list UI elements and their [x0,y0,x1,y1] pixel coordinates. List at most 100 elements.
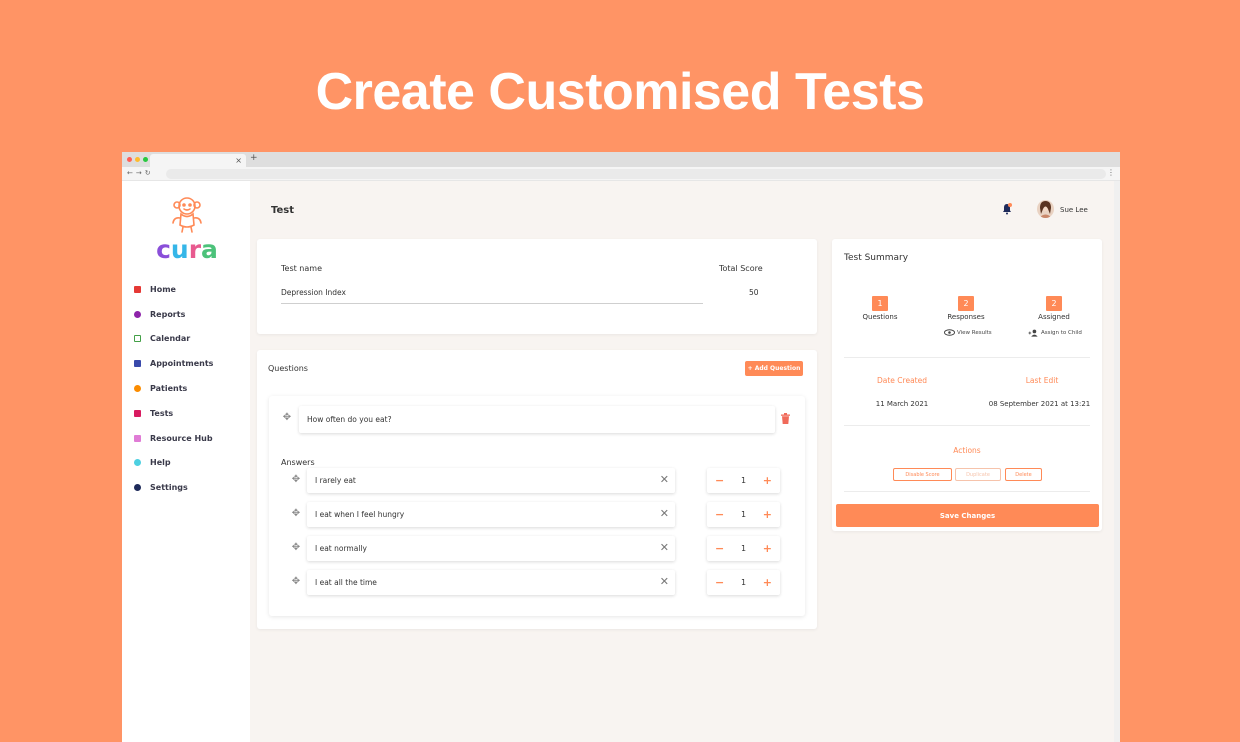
total-score-value: 50 [749,288,759,297]
score-stepper[interactable]: − 1 + [707,536,780,561]
sidebar-item-label: Resource Hub [150,433,213,443]
score-stepper[interactable]: − 1 + [707,570,780,595]
responses-count-label: Responses [947,313,985,321]
score-stepper[interactable]: − 1 + [707,502,780,527]
sidebar-item-help[interactable]: Help [134,451,213,476]
questions-title: Questions [268,364,308,373]
answer-input[interactable]: I eat when I feel hungry ✕ [307,502,675,527]
sidebar-nav: Home Reports Calendar Appointments Patients T… [134,277,213,500]
sidebar-item-home[interactable]: Home [134,277,213,302]
summary-title: Test Summary [844,253,909,263]
sidebar: cura Home Reports Calendar Appointments Pati… [122,181,250,742]
answer-drag-handle-icon[interactable]: ✥ [291,577,301,587]
answer-text: I rarely eat [315,476,356,485]
new-tab-icon[interactable]: + [250,153,258,163]
clear-answer-icon[interactable]: ✕ [660,508,669,520]
last-edit-label: Last Edit [1025,376,1059,385]
answer-score: 1 [740,578,747,587]
add-question-button[interactable]: + Add Question [745,361,803,376]
sidebar-item-patients[interactable]: Patients [134,376,213,401]
sidebar-item-label: Home [150,284,176,294]
sidebar-item-calendar[interactable]: Calendar [134,327,213,352]
patients-icon [134,385,141,393]
clear-answer-icon[interactable]: ✕ [660,576,669,588]
tab-close-icon[interactable]: × [235,154,242,167]
hero-title: Create Customised Tests [315,63,925,121]
scrollbar[interactable] [1114,181,1120,742]
answer-row: ✥ I eat all the time ✕ − 1 + [285,570,785,595]
assigned-count-badge: 2 [1046,296,1062,311]
test-name-input[interactable]: Depression Index [281,288,703,304]
clear-answer-icon[interactable]: ✕ [660,542,669,554]
address-bar[interactable] [166,169,1106,179]
sidebar-item-appointments[interactable]: Appointments [134,351,213,376]
increment-icon[interactable]: + [763,542,772,555]
date-created-value: 11 March 2021 [875,400,929,408]
browser-tab[interactable]: × [150,154,246,167]
tests-icon [134,409,141,417]
browser-menu-icon[interactable]: ⋮ [1107,168,1115,177]
answer-drag-handle-icon[interactable]: ✥ [291,543,301,553]
answer-score: 1 [740,510,747,519]
avatar[interactable] [1037,200,1054,218]
answer-input[interactable]: I rarely eat ✕ [307,468,675,493]
decrement-icon[interactable]: − [715,576,724,589]
sidebar-item-label: Settings [150,483,188,493]
delete-label: Delete [1015,471,1032,478]
delete-button[interactable]: Delete [1005,468,1042,481]
answer-score: 1 [740,544,747,553]
questions-count-badge: 1 [872,296,888,311]
answer-score: 1 [740,476,747,485]
disable-score-button[interactable]: Disable Score [893,468,952,481]
answer-row: ✥ I eat normally ✕ − 1 + [285,536,785,561]
answer-input[interactable]: I eat all the time ✕ [307,570,675,595]
test-info-card: Test name Depression Index Total Score 5… [257,239,817,334]
summary-divider [844,357,1090,358]
score-stepper[interactable]: − 1 + [707,468,780,493]
clear-answer-icon[interactable]: ✕ [660,474,669,486]
answer-input[interactable]: I eat normally ✕ [307,536,675,561]
increment-icon[interactable]: + [763,508,772,521]
assign-to-child-link[interactable]: Assign to Child [1028,329,1082,337]
delete-question-icon[interactable] [781,413,790,424]
assigned-count-label: Assigned [1038,313,1070,321]
sidebar-item-label: Patients [150,384,188,394]
sidebar-item-label: Calendar [150,334,191,344]
duplicate-button[interactable]: Duplicate [955,468,1001,481]
maximize-window-dot[interactable] [143,157,148,162]
close-window-dot[interactable] [127,157,132,162]
answer-row: ✥ I eat when I feel hungry ✕ − 1 + [285,502,785,527]
view-results-link[interactable]: View Results [944,329,992,336]
decrement-icon[interactable]: − [715,542,724,555]
question-item: ✥ How often do you eat? Answers ✥ I rarel… [269,396,805,616]
minimize-window-dot[interactable] [135,157,140,162]
increment-icon[interactable]: + [763,576,772,589]
home-icon [134,285,141,293]
save-changes-button[interactable]: Save Changes [836,504,1099,527]
answer-drag-handle-icon[interactable]: ✥ [291,509,301,519]
browser-nav-icons[interactable]: ←→↻ [127,169,154,177]
questions-card: Questions + Add Question ✥ How often do … [257,350,817,629]
logo[interactable]: cura [152,195,222,263]
question-input[interactable]: How often do you eat? [299,406,775,433]
answer-text: I eat all the time [315,578,377,587]
sidebar-item-tests[interactable]: Tests [134,401,213,426]
sidebar-item-resource-hub[interactable]: Resource Hub [134,426,213,451]
sidebar-item-label: Appointments [150,359,214,369]
appointments-icon [134,360,141,368]
notification-bell-icon[interactable] [1002,203,1012,215]
responses-count-badge: 2 [958,296,974,311]
answer-drag-handle-icon[interactable]: ✥ [291,475,301,485]
answer-row: ✥ I rarely eat ✕ − 1 + [285,468,785,493]
increment-icon[interactable]: + [763,474,772,487]
decrement-icon[interactable]: − [715,474,724,487]
question-drag-handle-icon[interactable]: ✥ [282,413,292,423]
summary-divider [844,425,1090,426]
user-name[interactable]: Sue Lee [1060,206,1088,214]
browser-window: × + ←→↻ ⋮ cura Home Reports Calendar App… [122,152,1120,742]
decrement-icon[interactable]: − [715,508,724,521]
monkey-logo-icon [172,197,202,233]
assign-to-child-label: Assign to Child [1041,330,1082,336]
sidebar-item-reports[interactable]: Reports [134,302,213,327]
sidebar-item-settings[interactable]: Settings [134,475,213,500]
